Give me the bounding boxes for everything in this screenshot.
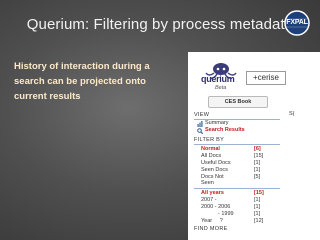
filter-divider [194, 144, 280, 145]
year-divider [194, 188, 280, 189]
filter-all-years[interactable]: All years [201, 190, 224, 196]
cerise-button[interactable]: +cerise [246, 71, 286, 85]
filter-normal-count: [6] [254, 146, 261, 152]
fxpal-logo: FXPAL [284, 10, 310, 36]
querium-screenshot: querium Beta +cerise CES Book VIEW S( Su… [188, 52, 320, 240]
filter-seen-docs[interactable]: Seen Docs [201, 167, 228, 173]
filter-docs-not-seen-count: [5] [254, 174, 261, 180]
filter-header: FILTER BY [194, 137, 225, 143]
cut-off-label: S( [289, 111, 295, 117]
filter-all-docs[interactable]: All Docs [201, 153, 221, 159]
filter-year-unknown[interactable]: Year ? [201, 218, 223, 224]
filter-normal[interactable]: Normal [201, 146, 220, 152]
slide-title: Querium: Filtering by process metadata [26, 16, 294, 33]
filter-docs-not-seen-line2[interactable]: Seen [201, 180, 214, 186]
logo-text: FXPAL [286, 19, 308, 26]
find-more-header: FIND MORE [194, 226, 228, 232]
view-search-results-link[interactable]: Search Results [205, 127, 245, 133]
filter-useful-docs[interactable]: Useful Docs [201, 160, 231, 166]
ces-book-button[interactable]: CES Book [208, 96, 268, 108]
brand-beta-tag: Beta [215, 85, 227, 91]
filter-year-1999[interactable]: - 1999 [218, 211, 234, 217]
presentation-slide: Querium: Filtering by process metadata F… [0, 0, 320, 240]
filter-seen-docs-count: [1] [254, 167, 261, 173]
chart-icon [197, 121, 203, 127]
filter-year-unknown-count: [12] [254, 218, 264, 224]
view-summary-link[interactable]: Summary [205, 120, 229, 126]
search-icon [197, 128, 203, 134]
filter-year-1999-count: [1] [254, 211, 261, 217]
slide-body-text: History of interaction during a search c… [14, 61, 150, 102]
querium-brand-name: querium [201, 74, 235, 84]
filter-year-2000-2006[interactable]: 2000 - 2006 [201, 204, 230, 210]
filter-year-2007-count: [1] [254, 197, 261, 203]
filter-all-docs-count: [15] [254, 153, 264, 159]
filter-year-2000-2006-count: [1] [254, 204, 261, 210]
filter-all-years-count: [15] [254, 190, 264, 196]
filter-useful-docs-count: [1] [254, 160, 261, 166]
view-header: VIEW [194, 112, 210, 118]
filter-year-2007[interactable]: 2007 - [201, 197, 217, 203]
